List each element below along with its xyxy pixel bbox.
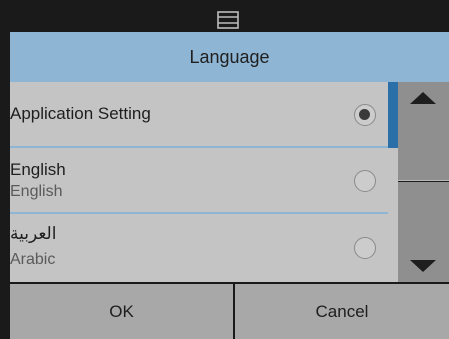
page-title: Language (10, 32, 449, 82)
list-item-sublabel: Arabic (10, 251, 56, 268)
list-item-label: Application Setting (10, 104, 151, 123)
list-item-application-setting[interactable]: Application Setting (10, 82, 388, 148)
ok-button[interactable]: OK (10, 284, 233, 339)
cancel-button-label: Cancel (315, 301, 369, 321)
radio-unselected[interactable] (354, 237, 376, 259)
window-icon (216, 10, 240, 30)
radio-selected[interactable] (354, 104, 376, 126)
page-title-text: Language (189, 46, 270, 67)
arrow-up-icon (410, 92, 436, 104)
list-item-english[interactable]: English English (10, 148, 388, 214)
list-item-label: العربية (10, 224, 57, 243)
list-item-arabic[interactable]: العربية Arabic (10, 214, 388, 282)
cancel-button[interactable]: Cancel (235, 284, 449, 339)
status-bar: ( (10, 8, 449, 32)
radio-unselected[interactable] (354, 170, 376, 192)
list-item-label: English (10, 160, 66, 179)
ok-button-label: OK (109, 301, 134, 321)
scroll-indicator[interactable] (388, 82, 398, 148)
language-list: Application Setting English English العر… (10, 82, 388, 282)
list-item-sublabel: English (10, 183, 63, 200)
scroll-up-button[interactable] (398, 82, 449, 181)
arrow-down-icon (410, 260, 436, 272)
radio-dot (359, 109, 370, 120)
scroll-down-button[interactable] (398, 182, 449, 282)
